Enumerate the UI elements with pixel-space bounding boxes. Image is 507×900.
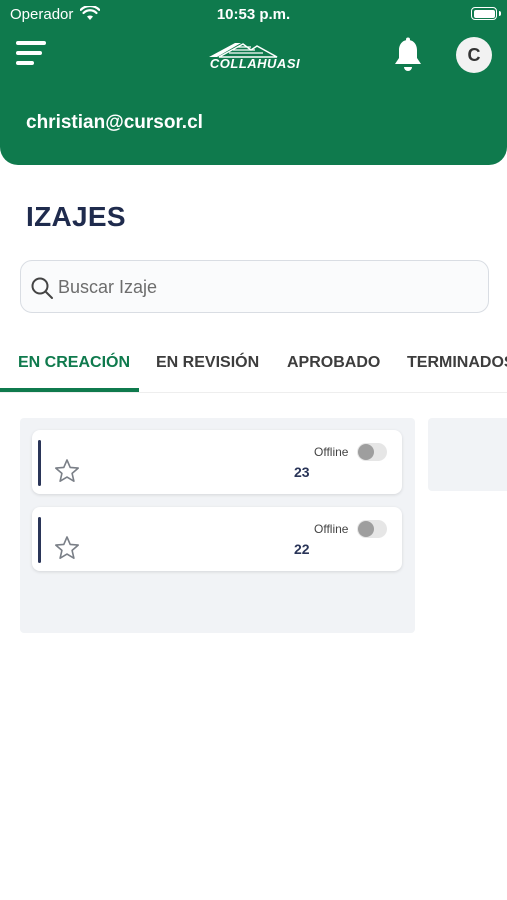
board-column-next [428,418,507,491]
menu-button[interactable] [16,41,48,69]
favorite-star-icon[interactable] [54,535,80,561]
tab-en-creacion[interactable]: EN CREACIÓN [18,354,130,372]
collahuasi-logo: COLLAHUASI [197,40,313,71]
izaje-number: 22 [294,541,310,557]
battery-icon [471,7,501,20]
board-column: Offline 23 Offline 22 [20,418,415,633]
user-avatar[interactable]: C [456,37,492,73]
izaje-number: 23 [294,464,310,480]
app-header: Operador 10:53 p.m. COLLAHUASI C christi… [0,0,507,165]
page-title: IZAJES [26,201,126,232]
search-icon [31,277,53,299]
search-box[interactable] [20,260,489,313]
tab-terminados[interactable]: TERMINADOS [407,354,507,372]
status-bar: Operador 10:53 p.m. [0,0,507,28]
tab-aprobado[interactable]: APROBADO [287,354,380,372]
status-time: 10:53 p.m. [216,6,291,23]
card-accent-bar [38,440,41,486]
card-accent-bar [38,517,41,563]
search-input[interactable] [58,269,478,305]
favorite-star-icon[interactable] [54,458,80,484]
izaje-card[interactable]: Offline 23 [32,430,402,494]
offline-label: Offline [314,522,349,536]
izaje-card[interactable]: Offline 22 [32,507,402,571]
tab-en-revision[interactable]: EN REVISIÓN [156,354,259,372]
offline-label: Offline [314,445,349,459]
offline-toggle[interactable] [357,520,387,538]
user-email: christian@cursor.cl [26,112,203,133]
status-tabs: EN CREACIÓN EN REVISIÓN APROBADO TERMINA… [0,340,507,393]
notification-bell-icon[interactable] [392,37,424,73]
offline-toggle[interactable] [357,443,387,461]
active-tab-indicator [0,388,139,392]
logo-text: COLLAHUASI [209,56,301,71]
